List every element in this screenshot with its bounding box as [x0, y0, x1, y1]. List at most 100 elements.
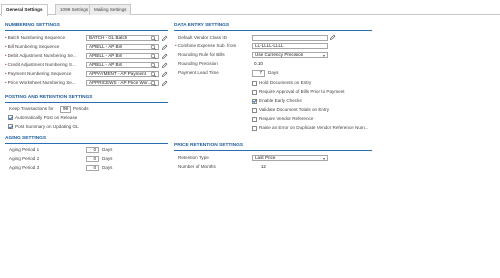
- numbering-row-label: •Price Worksheet Numbering Se...: [5, 80, 76, 86]
- numbering-row-label: •Bill Numbering Sequence: [5, 44, 59, 50]
- aging-period-value: 0: [93, 146, 96, 152]
- numbering-row-label-text: Price Worksheet Numbering Se...: [7, 80, 76, 85]
- posting-retention-title: POSTING AND RETENTION SETTINGS: [5, 95, 93, 100]
- lead-time-unit: Days: [268, 70, 279, 75]
- section-divider: [5, 30, 168, 31]
- numbering-sequence-value: BATCH - GL Batch: [89, 34, 128, 40]
- post-summary-checkbox[interactable]: [8, 124, 13, 129]
- rounding-rule-select[interactable]: Use Currency Precision ▾: [252, 51, 328, 58]
- keep-transactions-label: Keep Transactions for: [9, 106, 54, 111]
- numbering-settings-title: NUMBERING SETTINGS: [5, 23, 60, 28]
- numbering-row-label: •Payment Numbering Sequence: [5, 71, 71, 77]
- pencil-icon[interactable]: [161, 80, 168, 87]
- aging-period-label: Aging Period 1: [9, 147, 40, 152]
- numbering-sequence-value: APBILL - AP Bill: [89, 43, 122, 49]
- numbering-row-label: •Credit Adjustment Numbering S...: [5, 62, 76, 68]
- lead-time-label: Payment Lead Time: [178, 70, 219, 75]
- aging-period-value: 0: [93, 155, 96, 161]
- aging-period-unit: Days: [102, 147, 113, 152]
- vendor-class-input[interactable]: [252, 34, 328, 41]
- search-icon[interactable]: [150, 80, 157, 87]
- vendor-class-label: Default Vendor Class ID: [178, 35, 228, 40]
- data-entry-checkbox-label: Raise an Error on Duplicate Vendor Refer…: [259, 125, 369, 130]
- required-marker: •: [175, 43, 177, 48]
- combine-expense-input[interactable]: LL-LLLL-LLLL: [252, 42, 328, 49]
- pencil-icon[interactable]: [161, 53, 168, 60]
- aging-period-input[interactable]: 0: [86, 164, 99, 171]
- required-marker: •: [5, 71, 7, 76]
- numbering-sequence-input[interactable]: BATCH - GL Batch: [86, 34, 159, 41]
- data-entry-checkbox[interactable]: [252, 80, 257, 86]
- numbering-sequence-input[interactable]: APBILL - AP Bill: [86, 52, 159, 59]
- search-icon[interactable]: [150, 35, 157, 42]
- data-entry-settings-title: DATA ENTRY SETTINGS: [174, 23, 230, 28]
- retention-type-label: Retention Type: [178, 155, 209, 160]
- data-entry-checkbox-label: Require Approval of Bills Prior to Payme…: [259, 89, 345, 94]
- numbering-sequence-input[interactable]: APBILL - AP Bill: [86, 61, 159, 68]
- aging-period-label: Aging Period 2: [9, 156, 40, 161]
- keep-transactions-input[interactable]: 99: [60, 106, 71, 113]
- search-icon[interactable]: [150, 44, 157, 51]
- rounding-precision-value: 0.10: [254, 61, 263, 66]
- chevron-down-icon: ▾: [322, 155, 325, 161]
- aging-period-value: 0: [93, 164, 96, 170]
- data-entry-checkbox[interactable]: [252, 98, 257, 104]
- pencil-icon[interactable]: [161, 44, 168, 51]
- post-summary-label: Post Summary on Updating GL: [15, 123, 79, 129]
- pencil-icon[interactable]: [329, 34, 336, 41]
- data-entry-checkbox[interactable]: [252, 89, 257, 95]
- pencil-icon[interactable]: [161, 35, 168, 42]
- keep-transactions-unit: Periods: [73, 106, 89, 111]
- numbering-sequence-value: APPAYMENT - AP Payment: [89, 70, 146, 76]
- data-entry-checkbox-label: Enable Early Checks: [259, 98, 302, 103]
- numbering-row-label: •Debit Adjustment Numbering Se...: [5, 53, 77, 59]
- numbering-row-label-text: Bill Numbering Sequence: [7, 44, 60, 49]
- auto-post-label: Automatically Post on Release: [15, 114, 78, 120]
- data-entry-checkbox[interactable]: [252, 125, 257, 131]
- tab-bar: General Settings 1099 Settings Mailing S…: [0, 4, 500, 16]
- pencil-icon[interactable]: [161, 62, 168, 69]
- tab-mailing-settings[interactable]: Mailing Settings: [89, 4, 132, 15]
- data-entry-checkbox[interactable]: [252, 116, 257, 122]
- retention-type-select[interactable]: Last Price ▾: [252, 154, 328, 161]
- lead-time-input[interactable]: 7: [252, 70, 265, 77]
- rounding-rule-label: Rounding Rule for Bills: [178, 52, 225, 57]
- numbering-row-label: •Batch Numbering Sequence: [5, 35, 65, 41]
- number-of-months-value[interactable]: 12: [254, 164, 266, 170]
- aging-period-unit: Days: [102, 156, 113, 161]
- aging-period-unit: Days: [102, 165, 113, 170]
- tab-1099-settings[interactable]: 1099 Settings: [55, 4, 94, 15]
- required-marker: •: [5, 53, 7, 58]
- aging-period-label: Aging Period 3: [9, 165, 40, 170]
- search-icon[interactable]: [150, 62, 157, 69]
- data-entry-checkbox-label: Require Vendor Reference: [259, 116, 314, 121]
- numbering-sequence-input[interactable]: APPRICEWS - AP Price Wor...: [86, 79, 159, 86]
- aging-period-input[interactable]: 0: [86, 155, 99, 162]
- numbering-sequence-input[interactable]: APPAYMENT - AP Payment: [86, 70, 159, 77]
- auto-post-checkbox[interactable]: [8, 115, 13, 120]
- numbering-row-label-text: Credit Adjustment Numbering S...: [7, 62, 76, 67]
- data-entry-checkbox-label: Validate Document Totals on Entry: [259, 107, 330, 112]
- data-entry-checkbox[interactable]: [252, 107, 257, 113]
- section-divider: [174, 150, 372, 151]
- numbering-sequence-value: APPRICEWS - AP Price Wor...: [89, 79, 152, 85]
- required-marker: •: [5, 44, 7, 49]
- numbering-row-label-text: Batch Numbering Sequence: [7, 35, 66, 40]
- aging-settings-title: AGING SETTINGS: [5, 136, 47, 141]
- search-icon[interactable]: [150, 71, 157, 78]
- numbering-row-label-text: Payment Numbering Sequence: [7, 71, 72, 76]
- numbering-sequence-input[interactable]: APBILL - AP Bill: [86, 43, 159, 50]
- search-icon[interactable]: [150, 53, 157, 60]
- chevron-down-icon: ▾: [322, 52, 325, 58]
- number-of-months-label: Number of Months: [178, 164, 216, 169]
- numbering-sequence-value: APBILL - AP Bill: [89, 61, 122, 67]
- pencil-icon[interactable]: [161, 71, 168, 78]
- section-divider: [174, 30, 372, 31]
- section-divider: [5, 143, 168, 144]
- tab-general-settings[interactable]: General Settings: [1, 4, 48, 16]
- price-retention-title: PRICE RETENTION SETTINGS: [174, 143, 244, 148]
- section-divider: [5, 102, 168, 103]
- required-marker: •: [5, 35, 7, 40]
- aging-period-input[interactable]: 0: [86, 146, 99, 153]
- required-marker: •: [5, 62, 7, 67]
